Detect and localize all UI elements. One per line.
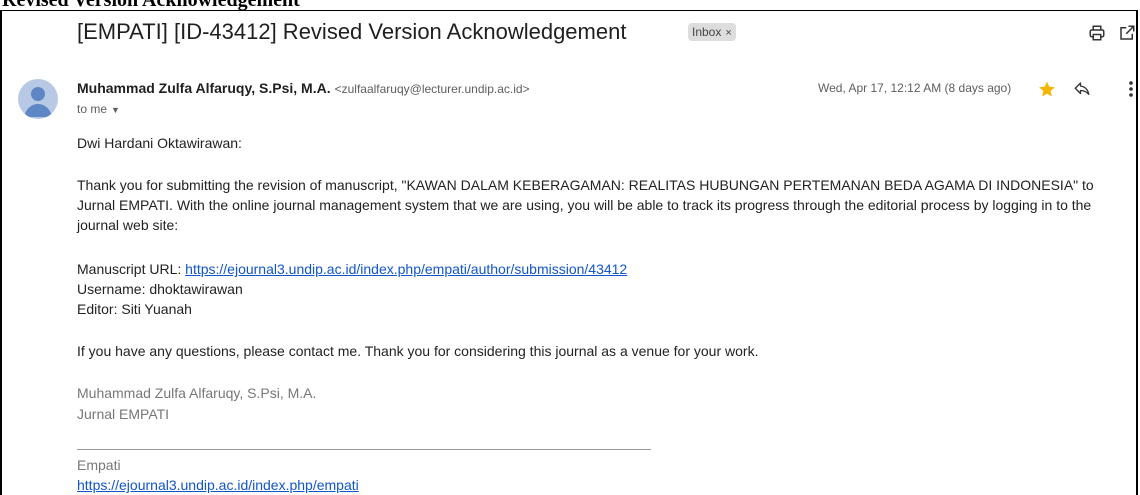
email-date: Wed, Apr 17, 12:12 AM (8 days ago) <box>818 81 1012 95</box>
sender-name[interactable]: Muhammad Zulfa Alfaruqy, S.Psi, M.A. <box>77 80 331 96</box>
remove-label-icon[interactable]: × <box>725 27 731 39</box>
email-paragraph-1: Thank you for submitting the revision of… <box>77 177 1094 233</box>
manuscript-url-label: Manuscript URL: <box>77 261 182 277</box>
email-greeting: Dwi Hardani Oktawirawan: <box>77 135 242 151</box>
reply-button[interactable] <box>1071 78 1093 100</box>
open-in-new-window-icon <box>1120 25 1135 40</box>
print-icon <box>1089 25 1105 41</box>
recipient-line: to me ▼ <box>77 102 120 116</box>
more-vert-icon <box>1129 81 1133 97</box>
manuscript-url-line: Manuscript URL: https://ejournal3.undip.… <box>77 259 627 279</box>
username-line: Username: dhoktawirawan <box>77 281 243 297</box>
footer-url-line: https://ejournal3.undip.ac.id/index.php/… <box>77 475 359 495</box>
recipient-text: to me <box>77 102 108 116</box>
email-closing: If you have any questions, please contac… <box>77 343 759 359</box>
email-subject: [EMPATI] [ID-43412] Revised Version Ackn… <box>77 19 627 44</box>
signature-journal: Jurnal EMPATI <box>77 406 170 422</box>
footer-title: Empati <box>77 457 121 473</box>
sender-line: Muhammad Zulfa Alfaruqy, S.Psi, M.A. <zul… <box>77 80 530 96</box>
show-details-icon[interactable]: ▼ <box>111 105 120 115</box>
print-button[interactable] <box>1086 22 1108 44</box>
manuscript-url-link[interactable]: https://ejournal3.undip.ac.id/index.php/… <box>185 261 627 277</box>
sender-email: <zulfaalfaruqy@lecturer.undip.ac.id> <box>334 82 530 96</box>
reply-icon <box>1074 82 1090 95</box>
star-button[interactable] <box>1036 78 1058 100</box>
editor-line: Editor: Siti Yuanah <box>77 301 192 317</box>
footer-url-link[interactable]: https://ejournal3.undip.ac.id/index.php/… <box>77 477 359 493</box>
star-icon <box>1039 81 1055 97</box>
signature-name: Muhammad Zulfa Alfaruqy, S.Psi, M.A. <box>77 385 317 401</box>
signature-divider <box>77 449 651 450</box>
inbox-label-chip[interactable]: Inbox × <box>688 23 736 41</box>
inbox-label-text: Inbox <box>692 25 722 39</box>
sender-avatar[interactable] <box>18 79 58 119</box>
more-options-button[interactable] <box>1124 78 1138 100</box>
open-in-new-window-button[interactable] <box>1118 22 1136 44</box>
person-avatar-icon <box>24 87 52 117</box>
